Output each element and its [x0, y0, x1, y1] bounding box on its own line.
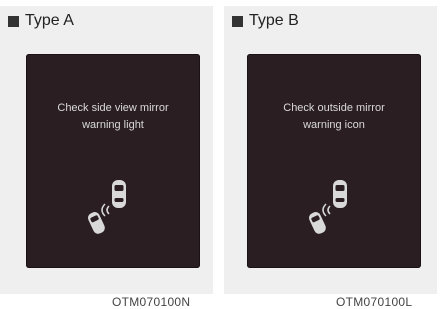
blind-spot-cars-icon: [87, 180, 126, 234]
warning-message-b: Check outside mirror warning icon: [283, 102, 385, 131]
cluster-display-b: Check outside mirror warning icon: [247, 54, 421, 268]
cluster-display-a: Check side view mirror warning light: [26, 54, 200, 268]
type-b-label: Type B: [249, 12, 299, 29]
type-a-label: Type A: [25, 12, 74, 29]
type-a-panel: Type A Check side view mirror warning li…: [0, 6, 213, 294]
type-b-panel: Type B Check outside mirror warning icon: [224, 6, 437, 294]
warning-message-a: Check side view mirror warning light: [57, 102, 169, 131]
blind-spot-cars-icon: [308, 180, 347, 234]
bullet-square-icon: [8, 15, 19, 27]
bullet-square-icon: [232, 15, 243, 27]
type-b-heading: Type B: [232, 12, 299, 30]
type-a-heading: Type A: [8, 12, 74, 30]
